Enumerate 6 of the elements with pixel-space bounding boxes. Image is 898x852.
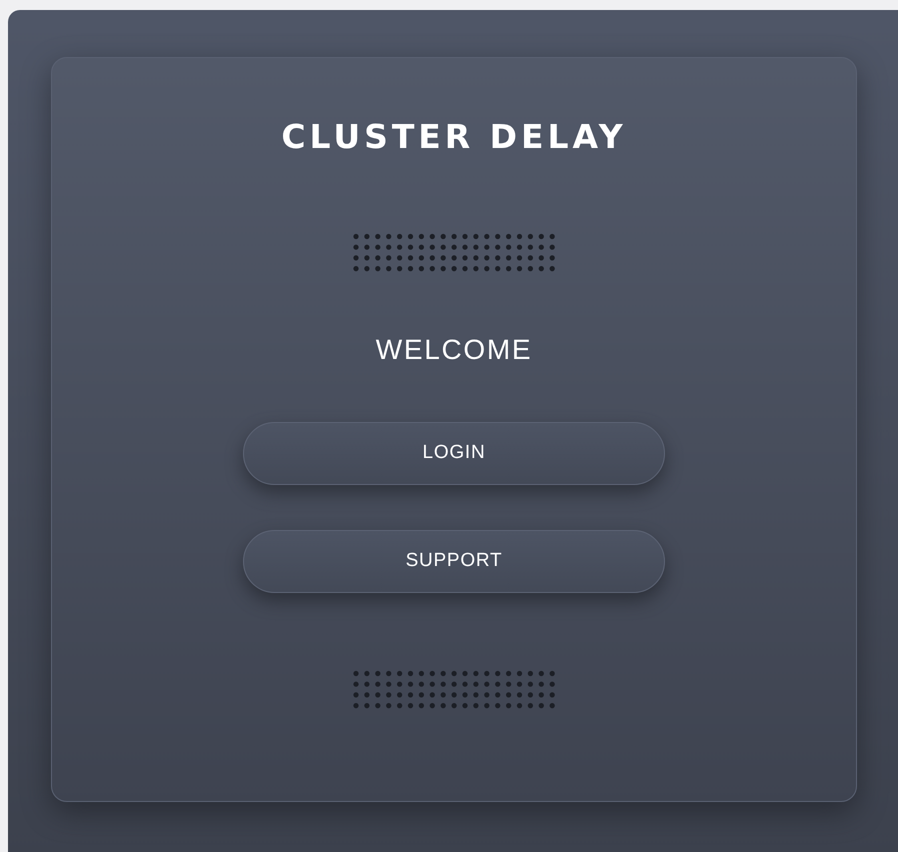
menu-button[interactable]: SUPPORT xyxy=(243,530,665,593)
app-title: CLUSTER DELAY xyxy=(281,120,627,153)
welcome-heading: WELCOME xyxy=(376,336,532,364)
speaker-grille-icon xyxy=(352,670,556,709)
speaker-grille-icon xyxy=(352,233,556,272)
menu-button[interactable]: LOGIN xyxy=(243,422,665,485)
